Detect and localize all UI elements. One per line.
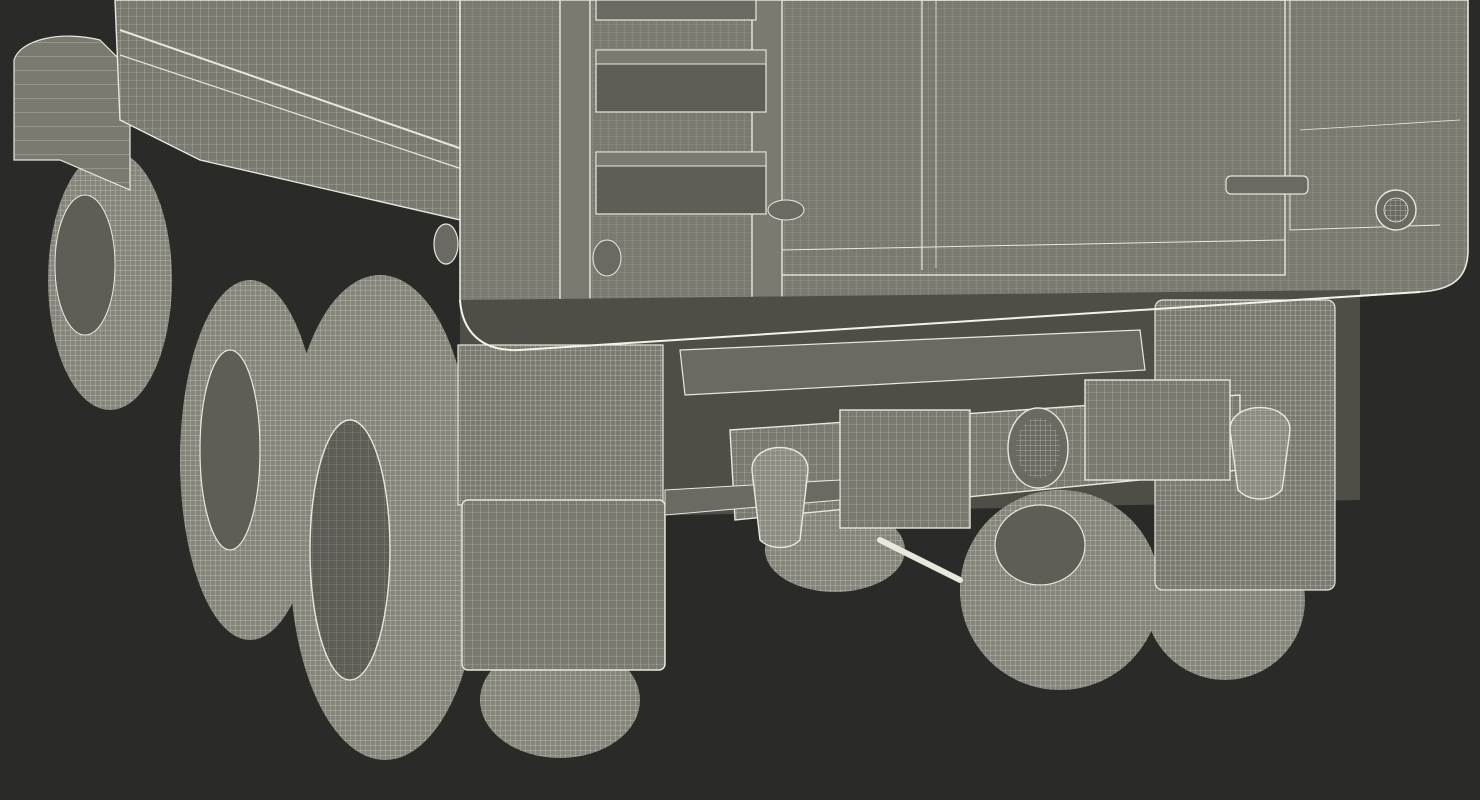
tail-light-right [1229, 406, 1291, 500]
left-mudflap [457, 344, 666, 671]
front-left-wheel [48, 150, 172, 410]
wireframe-render [0, 0, 1480, 800]
tail-light-left [751, 446, 809, 549]
tail-light-center [1007, 407, 1069, 489]
truck-wireframe-illustration [0, 0, 1480, 800]
door-handle [1225, 175, 1309, 195]
